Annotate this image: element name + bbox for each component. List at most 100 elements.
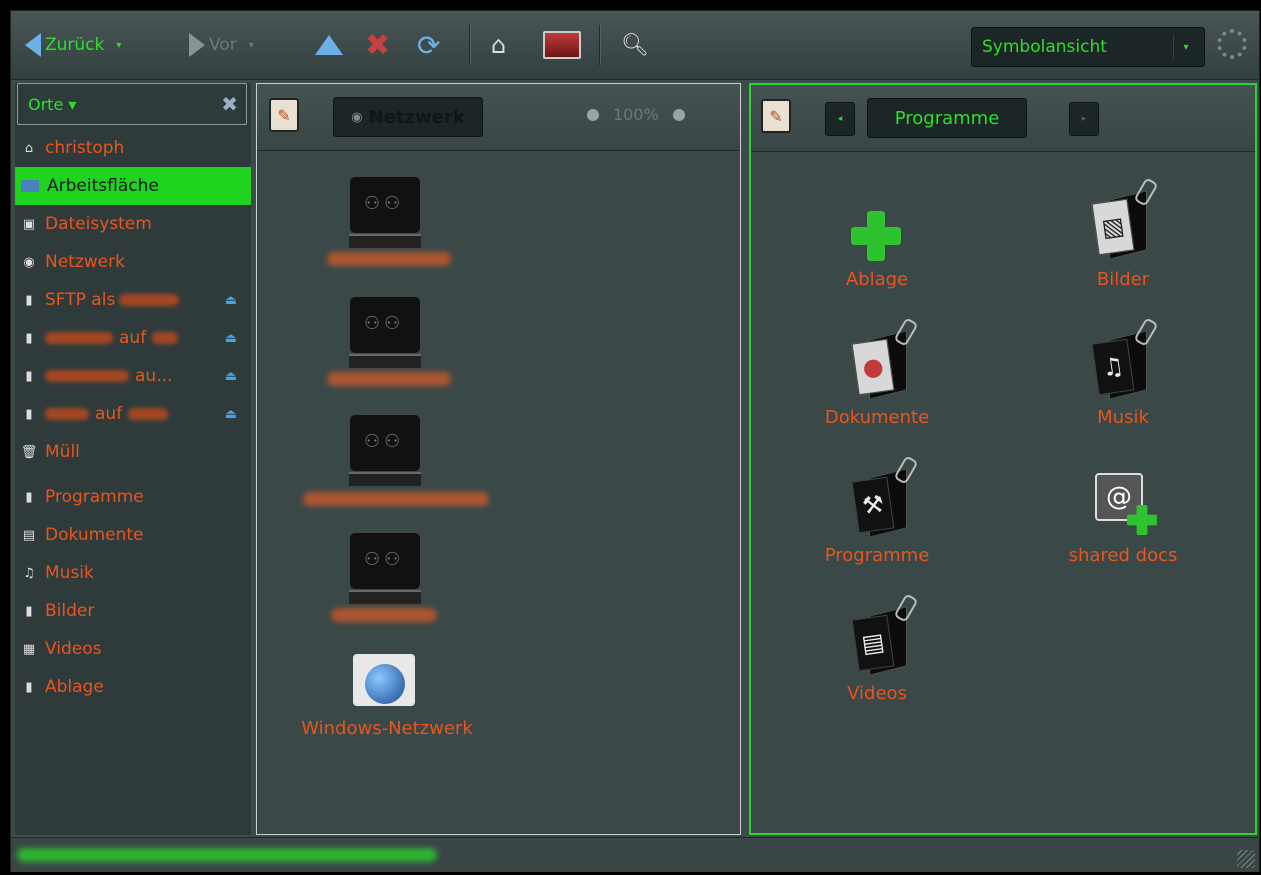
sidebar-item-trash[interactable]: 🗑︎ Müll xyxy=(15,433,251,471)
breadcrumb-netzwerk[interactable]: ◉ Netzwerk xyxy=(333,97,483,137)
item-dokumente[interactable]: ● Dokumente xyxy=(783,303,983,433)
back-dropdown-icon[interactable]: ▾ xyxy=(116,40,121,51)
reload-icon: ⟳ xyxy=(417,28,441,62)
edit-icon: ✎ xyxy=(277,105,291,125)
redacted-text xyxy=(45,408,89,420)
sidebar-item-mount-2[interactable]: ▮ au... ⏏ xyxy=(15,357,251,395)
sidebar-item-programme[interactable]: ▮ Programme xyxy=(15,478,251,516)
drive-icon: ▮ xyxy=(25,368,33,384)
stop-button[interactable]: ✖ xyxy=(365,27,390,63)
sidebar-item-mount-3[interactable]: ▮ auf ⏏ xyxy=(15,395,251,433)
breadcrumb-programme[interactable]: Programme xyxy=(867,98,1027,138)
breadcrumb-forward-button[interactable]: ▸ xyxy=(1069,102,1099,136)
sidebar-item-musik[interactable]: ♫ Musik xyxy=(15,554,251,592)
toolbar-separator xyxy=(469,25,470,65)
forward-dropdown-icon[interactable]: ▾ xyxy=(249,40,254,51)
edit-icon: ✎ xyxy=(769,106,783,126)
eject-icon[interactable]: ⏏ xyxy=(225,407,237,422)
location-edit-button[interactable]: ✎ xyxy=(269,98,299,132)
sidebar-item-dokumente[interactable]: ▤ Dokumente xyxy=(15,516,251,554)
chevron-down-icon[interactable]: ▾ xyxy=(1173,35,1198,59)
search-button[interactable]: 🔍︎ xyxy=(621,27,649,63)
stop-icon: ✖ xyxy=(365,27,391,63)
network-icon: ◉ xyxy=(23,254,35,270)
places-header[interactable]: Orte ▾ ✖ xyxy=(17,83,247,125)
redacted-text xyxy=(327,252,451,266)
documents-icon: ▤ xyxy=(22,527,36,543)
network-share-icon[interactable]: ⚇⚇ xyxy=(349,414,421,486)
computer-button[interactable] xyxy=(543,27,581,63)
file-manager-window: Zurück ▾ Vor ▾ ✖ ⟳ ⌂ 🔍︎ Symbolansicht ▾ … xyxy=(10,10,1260,872)
sidebar-item-network[interactable]: ◉ Netzwerk xyxy=(15,243,251,281)
sidebar-item-ablage[interactable]: ▮ Ablage xyxy=(15,668,251,706)
redacted-text xyxy=(152,332,179,344)
drive-icon: ▮ xyxy=(25,406,33,422)
network-share-icon[interactable]: ⚇⚇ xyxy=(349,296,421,368)
sidebar-item-videos[interactable]: ▦ Videos xyxy=(15,630,251,668)
forward-button[interactable]: Vor ▾ xyxy=(189,27,254,63)
close-sidebar-icon[interactable]: ✖ xyxy=(221,92,238,116)
video-icon: ▦ xyxy=(22,641,36,657)
redacted-text xyxy=(45,370,129,382)
forward-arrow-icon xyxy=(189,33,205,57)
redacted-status-text xyxy=(17,848,437,862)
back-arrow-icon xyxy=(25,33,41,57)
up-arrow-icon xyxy=(315,35,343,55)
trash-icon: 🗑︎ xyxy=(20,444,38,460)
redacted-text xyxy=(303,492,489,506)
videos-folder-icon: ▤ xyxy=(851,593,919,676)
item-musik[interactable]: ♫ Musik xyxy=(1023,303,1223,433)
folder-icon: ▮ xyxy=(25,603,33,619)
up-button[interactable] xyxy=(315,27,343,63)
sidebar-item-bilder[interactable]: ▮ Bilder xyxy=(15,592,251,630)
item-ablage[interactable]: Ablage xyxy=(783,205,983,295)
left-pane-header: ✎ ◉ Netzwerk 100% xyxy=(257,84,740,151)
folder-icon: ▮ xyxy=(25,679,33,695)
zoom-out-icon[interactable] xyxy=(587,108,599,121)
sidebar-item-sftp[interactable]: ▮ SFTP als ⏏ xyxy=(15,281,251,319)
sidebar-item-home[interactable]: ⌂ christoph xyxy=(15,129,251,167)
back-button[interactable]: Zurück ▾ xyxy=(25,27,121,63)
folder-icon: ▮ xyxy=(25,489,33,505)
programs-folder-icon: ⚒ xyxy=(851,455,919,538)
zoom-control[interactable]: 100% xyxy=(587,105,685,124)
home-icon: ⌂ xyxy=(24,140,34,156)
plus-icon xyxy=(851,211,901,261)
network-share-icon[interactable]: ⚇⚇ xyxy=(349,176,421,248)
network-icon: ◉ xyxy=(351,109,363,125)
eject-icon[interactable]: ⏏ xyxy=(225,293,237,308)
resize-grip-icon[interactable] xyxy=(1237,850,1255,868)
windows-network-item[interactable]: Windows-Netzwerk xyxy=(287,654,487,744)
breadcrumb-back-button[interactable]: ◂ xyxy=(825,102,855,136)
item-bilder[interactable]: ▧ Bilder xyxy=(1023,163,1223,293)
sidebar-item-mount-1[interactable]: ▮ auf ⏏ xyxy=(15,319,251,357)
drive-icon: ▮ xyxy=(25,330,33,346)
toolbar-separator xyxy=(599,25,600,65)
plus-icon xyxy=(1127,505,1157,535)
item-videos[interactable]: ▤ Videos xyxy=(783,579,983,709)
zoom-in-icon[interactable] xyxy=(672,108,685,121)
item-programme[interactable]: ⚒ Programme xyxy=(783,441,983,571)
reload-button[interactable]: ⟳ xyxy=(417,27,440,63)
location-edit-button[interactable]: ✎ xyxy=(761,99,791,133)
home-icon: ⌂ xyxy=(491,31,507,59)
activity-spinner-icon xyxy=(1217,29,1247,59)
item-shared-docs[interactable]: @ shared docs xyxy=(1023,465,1223,575)
eject-icon[interactable]: ⏏ xyxy=(225,369,237,384)
left-pane: ✎ ◉ Netzwerk 100% ⚇⚇ ⚇⚇ ⚇⚇ ⚇⚇ Windows-Ne… xyxy=(256,83,741,835)
view-mode-select[interactable]: Symbolansicht ▾ xyxy=(971,27,1205,67)
sidebar-item-desktop[interactable]: Arbeitsfläche xyxy=(15,167,251,205)
chevron-left-icon: ◂ xyxy=(837,114,843,124)
network-share-icon[interactable]: ⚇⚇ xyxy=(349,532,421,604)
drive-icon: ▮ xyxy=(25,292,33,308)
chevron-right-icon: ▸ xyxy=(1081,114,1087,124)
redacted-text xyxy=(327,372,451,386)
redacted-text xyxy=(45,332,113,344)
desktop-icon xyxy=(21,180,39,192)
sidebar-item-filesystem[interactable]: ▣ Dateisystem xyxy=(15,205,251,243)
eject-icon[interactable]: ⏏ xyxy=(225,331,237,346)
home-button[interactable]: ⌂ xyxy=(491,27,506,63)
pictures-folder-icon: ▧ xyxy=(1091,177,1159,260)
redacted-text xyxy=(331,608,437,622)
status-bar xyxy=(11,837,1259,872)
